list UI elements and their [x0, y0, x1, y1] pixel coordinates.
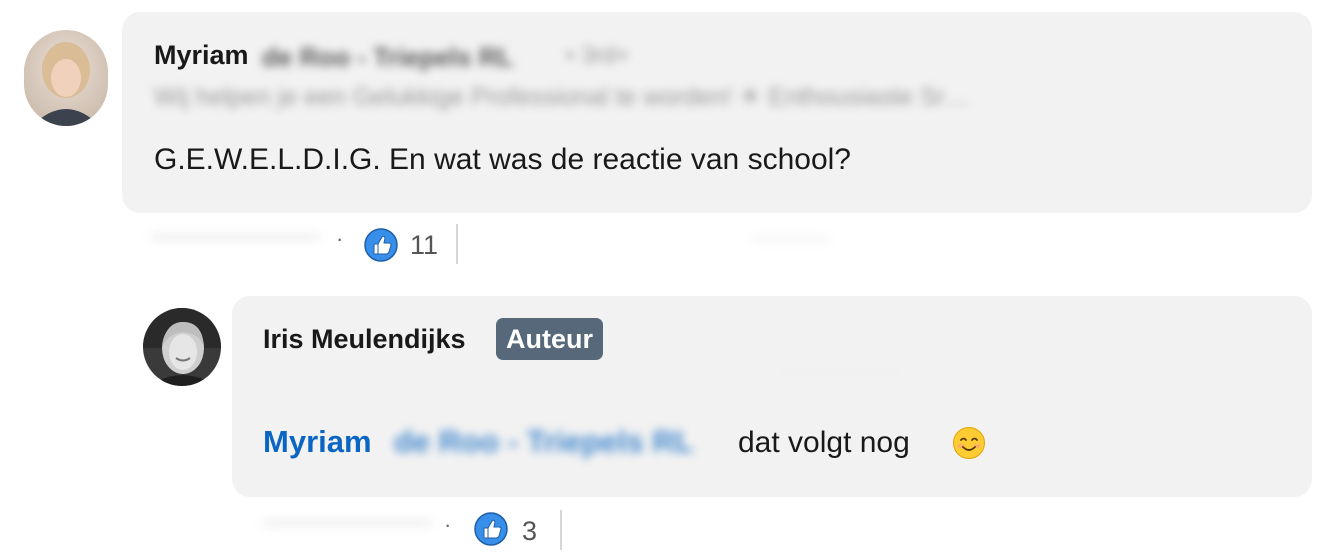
reply-text: dat volgt nog — [738, 426, 910, 459]
avatar-iris-image — [143, 308, 221, 386]
mention-link-blurred[interactable]: de Roo - Triepels RL — [394, 424, 694, 460]
like-icon[interactable] — [474, 512, 508, 546]
reply-separator-dot: · — [444, 512, 452, 537]
reply-author-name[interactable]: Iris Meulendijks — [263, 324, 466, 355]
author-badge: Auteur — [496, 318, 603, 360]
reply-headline-blurred — [780, 370, 900, 376]
reply-like-count[interactable]: 3 — [522, 516, 537, 547]
smiling-face-emoji — [953, 427, 985, 459]
reply-like-reply-actions-blurred — [262, 520, 432, 526]
mention-link[interactable]: Myriam — [263, 424, 372, 460]
reply-vertical-divider — [560, 510, 562, 550]
reply-reaction-row: · 3 — [0, 510, 700, 550]
reply-iris: Iris Meulendijks Auteur Myriam de Roo - … — [0, 0, 1326, 558]
avatar-iris[interactable] — [143, 308, 221, 386]
